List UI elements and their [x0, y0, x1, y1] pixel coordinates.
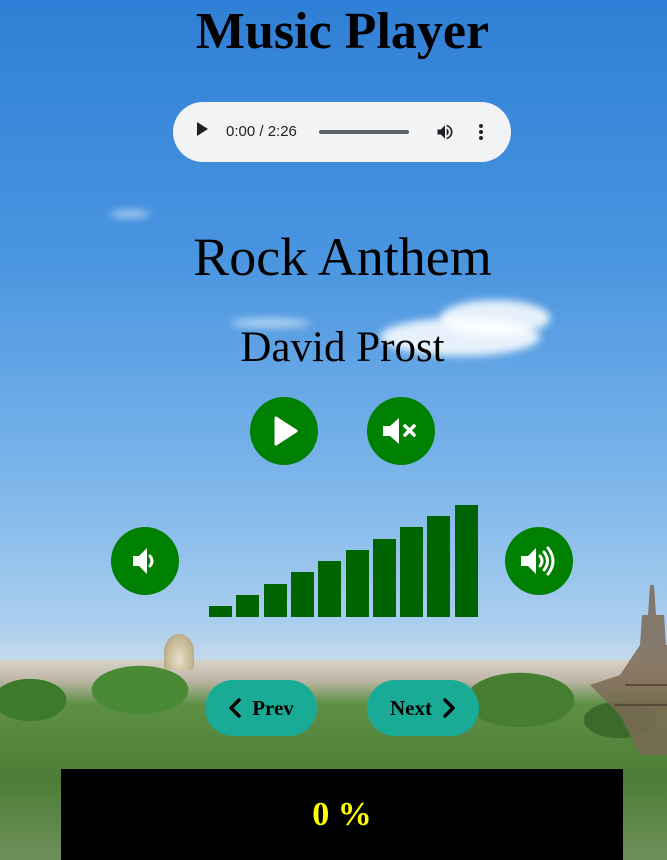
volume-level-bar[interactable] [209, 606, 232, 617]
volume-level-bar[interactable] [373, 539, 396, 617]
play-icon [274, 416, 298, 446]
volume-level-bar[interactable] [400, 527, 423, 617]
song-title: Rock Anthem [193, 227, 492, 287]
volume-mute-icon [383, 418, 416, 444]
time-display: 0:00 / 2:26 [226, 123, 297, 140]
more-options-icon[interactable] [473, 122, 489, 142]
volume-level-bar[interactable] [264, 584, 287, 617]
volume-meter[interactable] [209, 505, 478, 617]
background-tower [590, 585, 667, 755]
volume-level-bar[interactable] [455, 505, 478, 617]
mute-button[interactable] [367, 397, 435, 465]
prev-label: Prev [252, 695, 294, 720]
audio-player[interactable]: 0:00 / 2:26 [173, 102, 511, 162]
chevron-right-icon [443, 698, 455, 718]
progress-display: 0 % [61, 769, 623, 860]
play-button[interactable] [250, 397, 318, 465]
volume-icon[interactable] [435, 122, 455, 142]
volume-down-icon [133, 548, 154, 574]
seek-slider[interactable] [319, 130, 409, 134]
next-label: Next [390, 695, 432, 720]
progress-percentage: 0 % [312, 795, 372, 833]
next-button[interactable]: Next [367, 680, 479, 736]
chevron-left-icon [229, 698, 241, 718]
volume-level-bar[interactable] [346, 550, 369, 617]
volume-level-bar[interactable] [318, 561, 341, 617]
volume-level-bar[interactable] [291, 572, 314, 617]
volume-up-icon [521, 546, 555, 576]
play-icon[interactable] [197, 122, 208, 136]
page-title: Music Player [195, 3, 490, 60]
background-dome [164, 634, 194, 670]
volume-level-bar[interactable] [236, 595, 259, 617]
volume-level-bar[interactable] [427, 516, 450, 617]
artist-name: David Prost [240, 324, 445, 371]
volume-up-button[interactable] [505, 527, 573, 595]
prev-button[interactable]: Prev [205, 680, 317, 736]
volume-down-button[interactable] [111, 527, 179, 595]
cloud [110, 210, 150, 218]
